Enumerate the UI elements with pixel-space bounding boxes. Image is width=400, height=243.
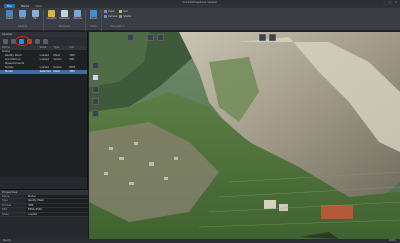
zoom-level: 100% (388, 239, 396, 242)
ribbon-group-tools: Export Tools (86, 10, 102, 31)
group-label: Navigation (110, 25, 125, 28)
distance-button[interactable]: Distance (59, 10, 70, 21)
camera-button[interactable]: Camera (104, 14, 117, 19)
small-button-column: Sun Shade (119, 10, 131, 18)
property-value[interactable]: Model (26, 195, 88, 199)
ribbon-group-display: Select Orbit Pan Display (2, 10, 44, 31)
measure-tool-icon[interactable] (92, 86, 99, 93)
group-label: Tools (90, 25, 97, 28)
layers-tool-icon[interactable] (269, 34, 276, 41)
highlight-annotation (15, 36, 30, 46)
orbit-button[interactable]: Orbit (17, 10, 28, 21)
sun-icon (119, 10, 123, 14)
add-icon[interactable] (3, 39, 8, 44)
zoom-tool-icon[interactable] (147, 34, 154, 41)
property-value[interactable]: 3MX (26, 203, 88, 208)
orbit-icon (19, 10, 26, 17)
select-icon (6, 10, 13, 17)
select-button[interactable]: Select (4, 10, 15, 21)
status-text: Ready (3, 239, 12, 242)
settings-tool-icon[interactable] (92, 110, 99, 117)
table-row-selected[interactable]: Model Selected Mesh 3MX (0, 70, 87, 74)
building (279, 204, 288, 211)
pan-button[interactable]: Pan (30, 10, 41, 21)
layer-button[interactable]: Layer (104, 10, 117, 14)
pan-icon (32, 10, 39, 17)
folder-tool-icon[interactable] (92, 98, 99, 105)
distance-icon (61, 10, 68, 17)
camera-icon (104, 14, 107, 18)
shade-icon (119, 14, 123, 18)
layer-tree: Scene Reality Mesh Loaded Mesh 3MX Annotati… (0, 50, 87, 177)
shade-button[interactable]: Shade (119, 14, 131, 19)
large-roof-building (321, 205, 353, 219)
export-button[interactable]: Export (88, 10, 99, 21)
property-value[interactable]: Reality Mesh (26, 199, 88, 203)
group-label: Display (17, 25, 28, 28)
properties-panel: Properties Name Model Type Reality Mesh Fo… (0, 189, 88, 239)
property-value[interactable]: Loaded (26, 212, 88, 216)
ribbon-group-navigation: Layer Camera Sun Shade Navigation (102, 10, 133, 31)
sun-button[interactable]: Sun (119, 10, 131, 14)
status-bar: Ready 100% (0, 239, 400, 243)
export-icon (90, 10, 97, 17)
location-icon (48, 10, 55, 17)
rotate-tool-icon[interactable] (157, 34, 164, 41)
volume-icon (74, 10, 81, 17)
terrain-scene[interactable] (89, 32, 400, 239)
select-tool-icon[interactable] (92, 74, 99, 81)
properties-icon[interactable] (43, 39, 48, 44)
building (264, 200, 276, 209)
small-button-column: Layer Camera (104, 10, 117, 18)
3d-viewport[interactable] (89, 32, 400, 239)
property-value[interactable]: EPSG:4326 (26, 208, 88, 212)
ribbon-group-measure: Location Distance Volume Measure (44, 10, 86, 31)
panel-toolbar (0, 36, 87, 46)
pencil-tool-icon[interactable] (127, 34, 134, 41)
property-row: State Loaded (0, 212, 88, 217)
location-button[interactable]: Location (46, 10, 57, 21)
pin-tool-icon[interactable] (92, 62, 99, 69)
camera-tool-icon[interactable] (259, 34, 266, 41)
volume-button[interactable]: Volume (72, 10, 83, 21)
layer-icon (104, 10, 107, 14)
ribbon: Select Orbit Pan Display Location Distan… (0, 8, 400, 31)
zoom-to-icon[interactable] (35, 39, 40, 44)
group-label: Measure (58, 25, 71, 28)
